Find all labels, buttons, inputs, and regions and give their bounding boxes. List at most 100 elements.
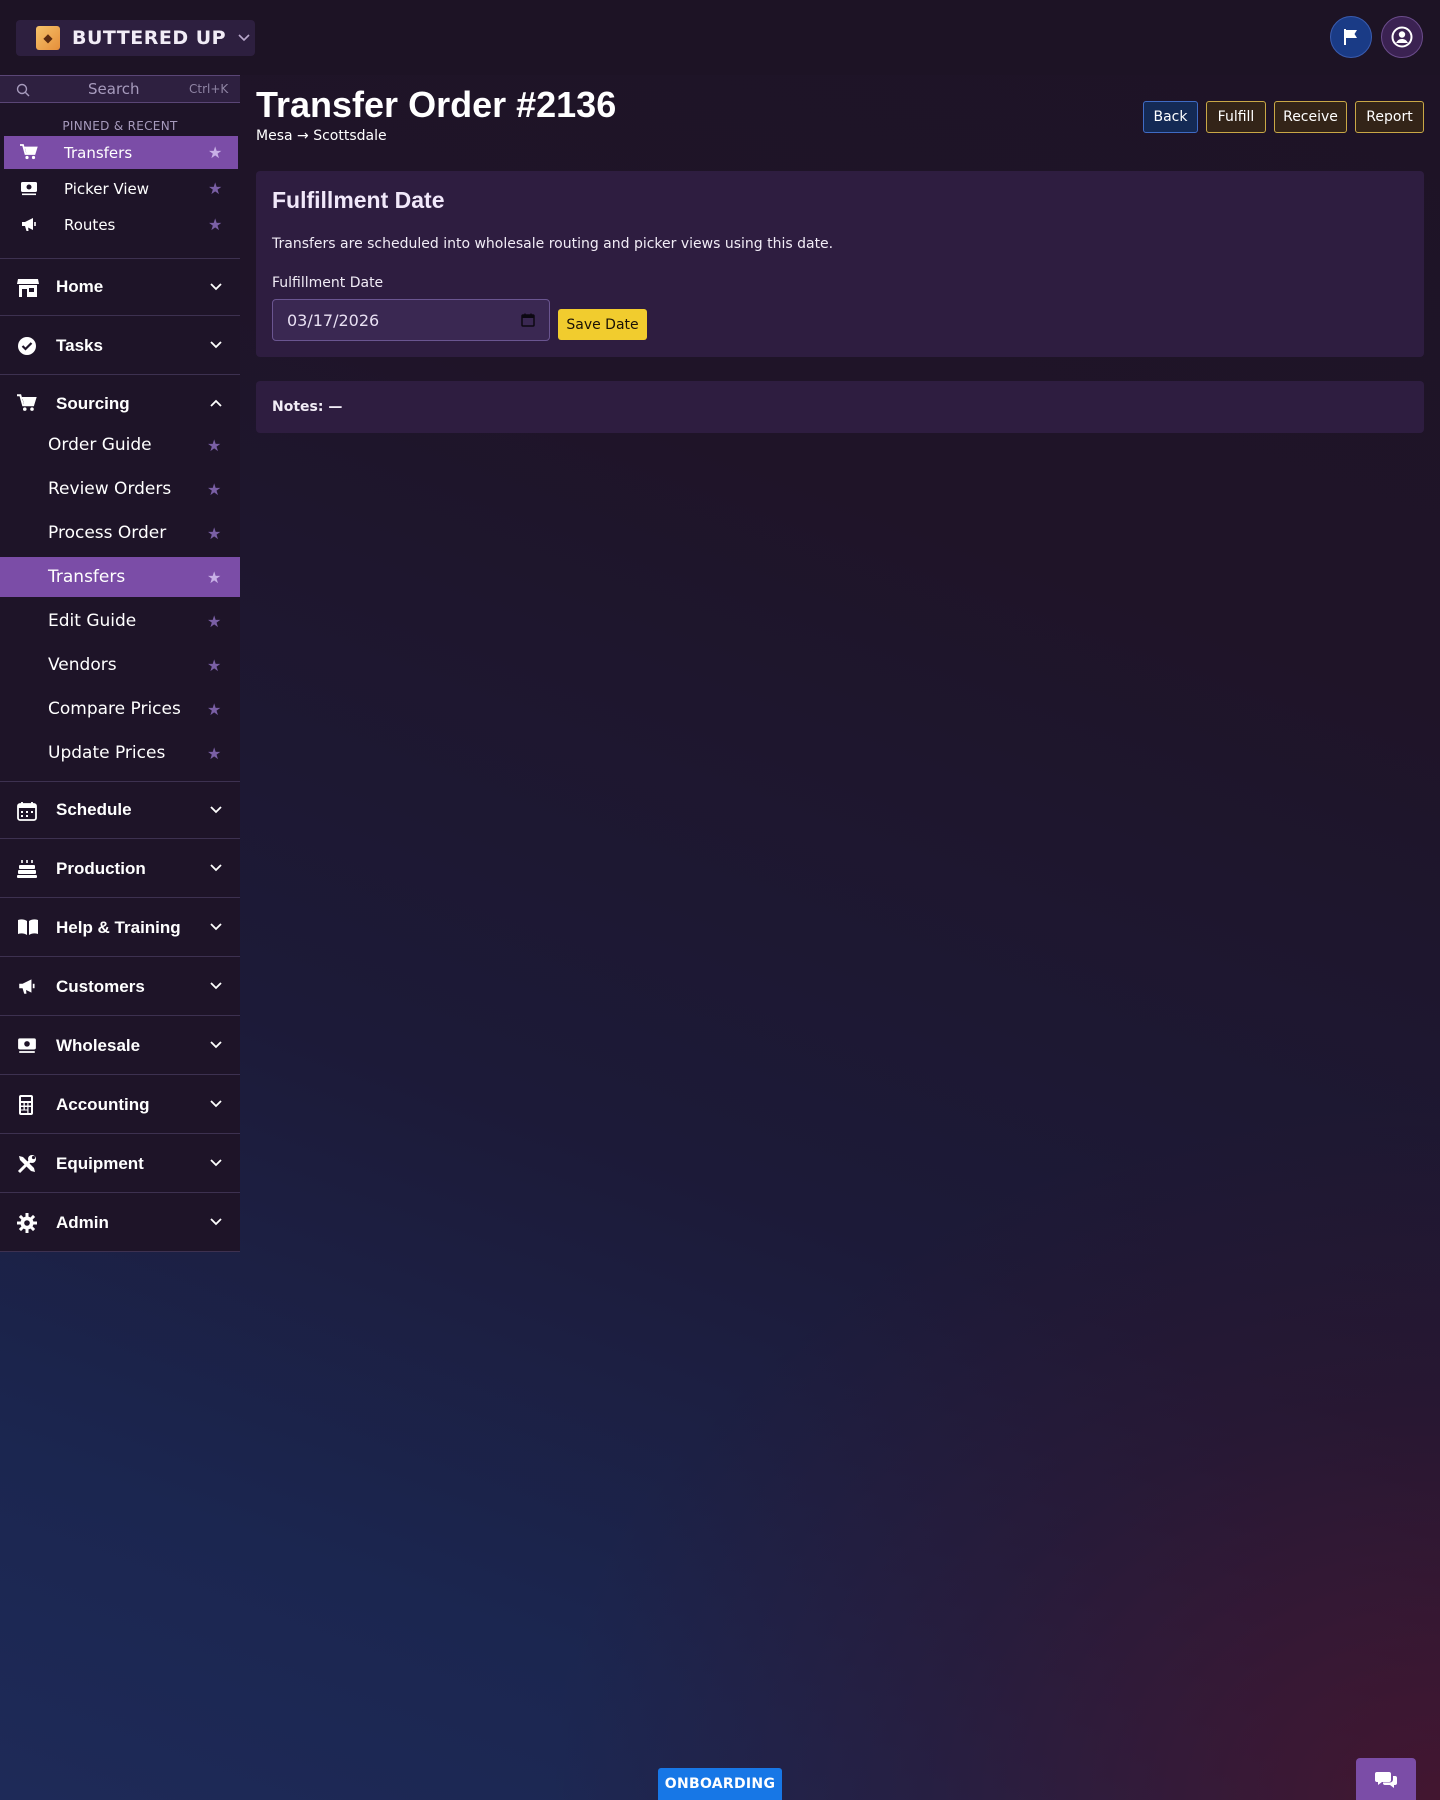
sidebar-section-wholesale[interactable]: Wholesale	[0, 1017, 240, 1075]
chevron-up-icon	[210, 399, 222, 407]
sidebar-section-admin[interactable]: Admin	[0, 1194, 240, 1252]
section-label: Sourcing	[56, 394, 130, 413]
calendar-icon	[17, 802, 37, 821]
calculator-icon	[19, 1095, 33, 1115]
sidebar-section-help-training[interactable]: Help & Training	[0, 899, 240, 957]
sidebar-item-label: Review Orders	[48, 479, 172, 499]
cake-icon	[17, 860, 37, 878]
pinned-item-label: Transfers	[64, 143, 133, 162]
brand-name: BUTTERED UP	[72, 27, 227, 49]
chevron-down-icon	[238, 31, 250, 45]
cart-icon	[17, 394, 37, 411]
chevron-down-icon	[210, 1218, 222, 1226]
fulfillment-date-card: Fulfillment Date Transfers are scheduled…	[256, 171, 1424, 357]
search-icon	[16, 83, 30, 97]
sidebar-item-compare-prices[interactable]: Compare Prices ★	[0, 689, 240, 729]
check-circle-icon	[18, 337, 36, 355]
report-button[interactable]: Report	[1355, 101, 1424, 133]
star-icon[interactable]: ★	[207, 568, 221, 587]
search-input[interactable]: Search	[88, 80, 140, 98]
sidebar-section-home[interactable]: Home	[0, 258, 240, 316]
sidebar-section-equipment[interactable]: Equipment	[0, 1135, 240, 1193]
star-icon[interactable]: ★	[207, 700, 221, 719]
section-label: Schedule	[56, 800, 132, 819]
gear-icon	[17, 1213, 37, 1233]
sidebar: Search Ctrl+K PINNED & RECENT Transfers …	[0, 75, 240, 1252]
pinned-item-routes[interactable]: Routes ★	[4, 208, 238, 241]
section-label: Help & Training	[56, 917, 181, 937]
section-label: Production	[56, 858, 146, 878]
pinned-recent-title: PINNED & RECENT	[62, 119, 178, 133]
calendar-icon[interactable]	[521, 313, 535, 327]
store-icon	[17, 279, 39, 297]
flag-button[interactable]	[1330, 16, 1372, 58]
receive-button[interactable]: Receive	[1274, 101, 1347, 133]
money-icon	[18, 1038, 36, 1053]
save-date-button[interactable]: Save Date	[558, 309, 647, 340]
background-glow	[540, 1100, 1440, 1800]
section-label: Tasks	[56, 335, 103, 355]
sidebar-section-schedule[interactable]: Schedule	[0, 781, 240, 839]
fulfillment-date-label: Fulfillment Date	[272, 275, 384, 291]
brand-logo-icon: ◆	[36, 26, 60, 50]
chat-bubbles-icon	[1375, 1772, 1397, 1788]
star-icon[interactable]: ★	[207, 656, 221, 675]
sidebar-item-label: Compare Prices	[48, 699, 181, 719]
sidebar-item-transfers[interactable]: Transfers ★	[0, 557, 240, 597]
pinned-item-transfers[interactable]: Transfers ★	[4, 136, 238, 169]
sidebar-search[interactable]: Search Ctrl+K	[0, 75, 240, 103]
star-icon[interactable]: ★	[207, 744, 221, 763]
chat-button[interactable]	[1356, 1758, 1416, 1800]
sidebar-section-customers[interactable]: Customers	[0, 958, 240, 1016]
chevron-down-icon	[210, 1041, 222, 1049]
chevron-down-icon	[210, 283, 222, 291]
star-icon[interactable]: ★	[208, 179, 222, 198]
flag-icon	[1344, 29, 1357, 45]
section-label: Wholesale	[56, 1035, 141, 1055]
sidebar-section-tasks[interactable]: Tasks	[0, 317, 240, 375]
sidebar-section-production[interactable]: Production	[0, 840, 240, 898]
transfer-route: Mesa → Scottsdale	[256, 128, 387, 144]
star-icon[interactable]: ★	[208, 143, 222, 162]
pinned-item-picker-view[interactable]: Picker View ★	[4, 172, 238, 205]
fulfillment-date-input[interactable]: 03/17/2026	[272, 299, 550, 341]
page-title: Transfer Order #2136	[256, 84, 617, 125]
star-icon[interactable]: ★	[208, 215, 222, 234]
sidebar-item-label: Vendors	[48, 655, 117, 675]
megaphone-icon	[22, 218, 36, 231]
onboarding-button[interactable]: ONBOARDING	[658, 1768, 782, 1800]
star-icon[interactable]: ★	[207, 436, 221, 455]
sidebar-item-edit-guide[interactable]: Edit Guide ★	[0, 601, 240, 641]
brand-switcher[interactable]: ◆ BUTTERED UP	[16, 20, 255, 56]
book-icon	[18, 919, 38, 935]
date-value: 03/17/2026	[287, 310, 380, 330]
back-button[interactable]: Back	[1143, 101, 1198, 133]
user-account-button[interactable]	[1381, 16, 1423, 58]
sidebar-section-accounting[interactable]: Accounting	[0, 1076, 240, 1134]
chevron-down-icon	[210, 806, 222, 814]
section-label: Equipment	[56, 1153, 144, 1173]
sidebar-item-vendors[interactable]: Vendors ★	[0, 645, 240, 685]
section-label: Home	[56, 277, 104, 296]
pinned-item-label: Picker View	[64, 179, 150, 198]
chevron-down-icon	[210, 1100, 222, 1108]
card-title: Fulfillment Date	[272, 187, 445, 213]
sidebar-item-label: Order Guide	[48, 435, 152, 455]
sidebar-item-review-orders[interactable]: Review Orders ★	[0, 469, 240, 509]
star-icon[interactable]: ★	[207, 524, 221, 543]
sidebar-item-process-order[interactable]: Process Order ★	[0, 513, 240, 553]
star-icon[interactable]: ★	[207, 612, 221, 631]
sidebar-item-order-guide[interactable]: Order Guide ★	[0, 425, 240, 465]
chevron-down-icon	[210, 341, 222, 349]
sidebar-item-label: Update Prices	[48, 743, 166, 763]
sidebar-item-update-prices[interactable]: Update Prices ★	[0, 733, 240, 773]
section-label: Admin	[56, 1212, 109, 1232]
chevron-down-icon	[210, 864, 222, 872]
notes-text: Notes: —	[272, 399, 343, 415]
sidebar-item-label: Transfers	[48, 567, 126, 587]
tools-icon	[17, 1155, 36, 1174]
star-icon[interactable]: ★	[207, 480, 221, 499]
search-shortcut: Ctrl+K	[189, 82, 229, 96]
megaphone-icon	[19, 979, 35, 994]
fulfill-button[interactable]: Fulfill	[1206, 101, 1266, 133]
